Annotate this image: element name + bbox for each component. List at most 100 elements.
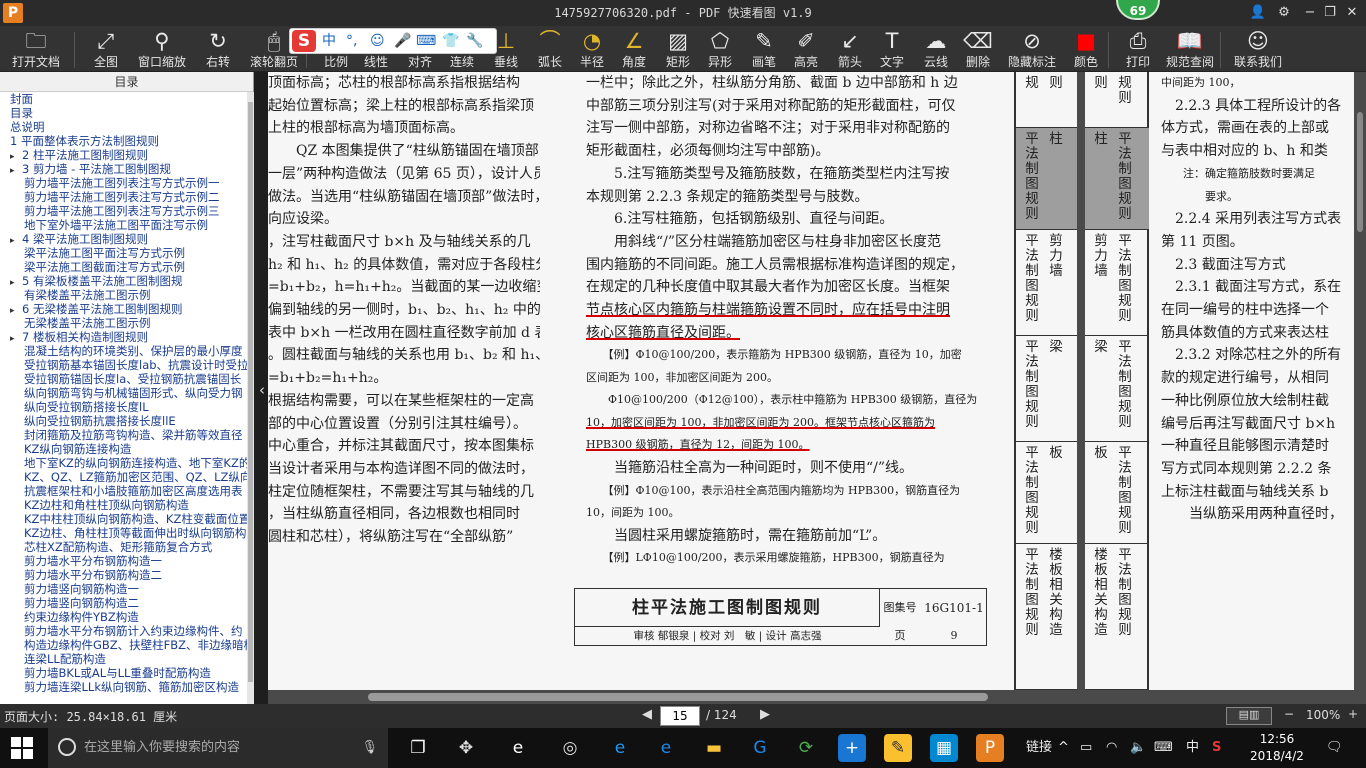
toc-item[interactable]: 封面 — [0, 92, 253, 106]
tool-radius-button[interactable]: ◔ 半径 — [574, 28, 610, 72]
notification-badge[interactable]: 69 — [1116, 0, 1160, 20]
chrome-like-icon[interactable]: ◎ — [556, 734, 584, 762]
ime-voice-icon[interactable]: 🎤 — [394, 32, 411, 50]
tray-chevron-icon[interactable]: ^ — [1058, 728, 1069, 768]
tool-cloud-button[interactable]: ☁ 云线 — [918, 28, 954, 72]
tool-contact-button[interactable]: ☺ 联系我们 — [1230, 28, 1286, 72]
ime-toolbar[interactable]: S 中 °, ☺ 🎤 ⌨ 👕 🔧 — [289, 28, 497, 54]
toc-item[interactable]: 纵向受拉钢筋抗震搭接长度llE — [0, 414, 253, 428]
file-explorer-icon[interactable]: ▬ — [700, 734, 728, 762]
ime-skin-icon[interactable]: 👕 — [442, 32, 459, 50]
toc-item[interactable]: 封闭箍筋及拉筋弯钩构造、梁并筋等效直径 — [0, 428, 253, 442]
toc-item[interactable]: 连梁LL配筋构造 — [0, 652, 253, 666]
tool-arc-button[interactable]: ⌒ 弧长 — [532, 28, 568, 72]
tool-rotate-right-button[interactable]: ↻ 右转 — [198, 28, 238, 72]
tray-ime-label[interactable]: 中 — [1186, 728, 1199, 768]
close-button[interactable]: ✕ — [1342, 3, 1362, 23]
toc-item[interactable]: 有梁楼盖平法施工图示例 — [0, 288, 253, 302]
toc-item[interactable]: 剪力墙水平分布钢筋构造一 — [0, 554, 253, 568]
toc-item[interactable]: ▸ 7 楼板相关构造制图规则 — [0, 330, 253, 344]
expand-arrow-icon[interactable]: ▸ — [10, 164, 22, 176]
plus-app-icon[interactable]: + — [838, 734, 866, 762]
tool-text-button[interactable]: T 文字 — [874, 28, 910, 72]
expand-arrow-icon[interactable]: ▸ — [10, 332, 22, 344]
ime-emoji-icon[interactable]: ☺ — [370, 32, 385, 50]
tool-eraser-button[interactable]: ⌫ 删除 — [960, 28, 996, 72]
toc-item[interactable]: 混凝土结构的环境类别、保护层的最小厚度 — [0, 344, 253, 358]
sogou-tray-icon[interactable]: S — [1212, 728, 1221, 768]
tool-highlight-button[interactable]: ✐ 高亮 — [788, 28, 824, 72]
taskbar-search-box[interactable]: 在这里输入你要搜索的内容 🎙 — [48, 728, 388, 768]
toc-item[interactable]: 受拉钢筋锚固长度la、受拉钢筋抗震锚固长 — [0, 372, 253, 386]
calc-app-icon[interactable]: ▦ — [930, 734, 958, 762]
pinwheel-app-icon[interactable]: ✥ — [452, 734, 480, 762]
open-document-button[interactable]: 🗀 打开文档 — [8, 28, 64, 72]
notifications-icon[interactable]: 🗨 — [1326, 728, 1343, 768]
toc-item[interactable]: 1 平面整体表示方法制图规则 — [0, 134, 253, 148]
toc-item[interactable]: 剪力墙竖向钢筋构造二 — [0, 596, 253, 610]
browser-360-icon[interactable]: ⟳ — [792, 734, 820, 762]
ime-punct-icon[interactable]: °, — [346, 32, 357, 50]
edge-browser-icon[interactable]: e — [606, 734, 634, 762]
toc-item[interactable]: 无梁楼盖平法施工图示例 — [0, 316, 253, 330]
toc-item[interactable]: KZ、QZ、LZ箍筋加密区范围、QZ、LZ纵向钢 — [0, 470, 253, 484]
toc-item[interactable]: 芯柱XZ配筋构造、矩形箍筋复合方式 — [0, 540, 253, 554]
tool-book-button[interactable]: 📖 规范查阅 — [1162, 28, 1218, 72]
tray-link-label[interactable]: 链接 — [1026, 728, 1052, 768]
toc-item[interactable]: 总说明 — [0, 120, 253, 134]
toc-item[interactable]: KZ边柱、角柱柱顶等截面伸出时纵向钢筋构 — [0, 526, 253, 540]
expand-arrow-icon[interactable]: ▸ — [10, 150, 22, 162]
toc-item[interactable]: KZ中柱柱顶纵向钢筋构造、KZ柱变截面位置 — [0, 512, 253, 526]
task-view-icon[interactable]: ❐ — [404, 734, 432, 762]
toc-item[interactable]: ▸ 5 有梁板楼盖平法施工图制图规 — [0, 274, 253, 288]
toc-item[interactable]: 剪力墙平法施工图列表注写方式示例二 — [0, 190, 253, 204]
tool-angle-button[interactable]: ∠ 角度 — [616, 28, 652, 72]
prev-page-icon[interactable]: ◀ — [642, 707, 652, 722]
toc-item[interactable]: ▸ 6 无梁楼盖平法施工图制图规则 — [0, 302, 253, 316]
ie-browser-icon[interactable]: e — [504, 734, 532, 762]
toc-item[interactable]: 剪力墙水平分布钢筋计入约束边缘构件、约 — [0, 624, 253, 638]
volume-icon[interactable]: 🔈 — [1130, 728, 1146, 768]
tool-arrow-button[interactable]: ↙ 箭头 — [832, 28, 868, 72]
toc-item[interactable]: 剪力墙平法施工图列表注写方式示例三 — [0, 204, 253, 218]
toc-scroll-thumb[interactable] — [248, 102, 253, 682]
toc-item[interactable]: ▸ 4 梁平法施工图制图规则 — [0, 232, 253, 246]
toc-item[interactable]: 地下室KZ的纵向钢筋连接构造、地下室KZ的 — [0, 456, 253, 470]
toc-scrollbar[interactable] — [247, 92, 254, 704]
tool-hide-button[interactable]: ⊘ 隐藏标注 — [1004, 28, 1060, 72]
zoom-out-icon[interactable]: − — [1284, 707, 1294, 721]
tool-print-button[interactable]: ⎙ 打印 — [1120, 28, 1156, 72]
toc-item[interactable]: 目录 — [0, 106, 253, 120]
expand-arrow-icon[interactable]: ▸ — [10, 276, 22, 288]
toc-item[interactable]: 纵向钢筋弯钩与机械锚固形式、纵向受力钢 — [0, 386, 253, 400]
collapse-panel-button[interactable]: ‹ — [255, 375, 269, 405]
tool-fullview-button[interactable]: ⤢ 全图 — [86, 28, 126, 72]
toc-item[interactable]: 剪力墙平法施工图列表注写方式示例一 — [0, 176, 253, 190]
wifi-icon[interactable]: ◠ — [1106, 728, 1117, 768]
toc-item[interactable]: 地下室外墙平法施工图平面注写示例 — [0, 218, 253, 232]
ime-tools-icon[interactable]: 🔧 — [466, 32, 483, 50]
toc-item[interactable]: 构造边缘构件GBZ、扶壁柱FBZ、非边缘暗柱 — [0, 638, 253, 652]
horizontal-scrollbar[interactable] — [268, 690, 1354, 704]
toc-item[interactable]: 剪力墙BKL或AL与LL重叠时配筋构造 — [0, 666, 253, 680]
tool-color-button[interactable]: ■ 颜色 — [1068, 28, 1104, 72]
keyboard-icon[interactable]: ⌨ — [1154, 728, 1173, 768]
notes-app-icon[interactable]: ✎ — [884, 734, 912, 762]
user-icon[interactable]: 👤 — [1248, 3, 1268, 23]
page-input[interactable]: 15 — [660, 706, 700, 726]
toc-item[interactable]: KZ边柱和角柱柱顶纵向钢筋构造 — [0, 498, 253, 512]
toc-item[interactable]: 抗震框架柱和小墙肢箍筋加密区高度选用表 — [0, 484, 253, 498]
expand-arrow-icon[interactable]: ▸ — [10, 304, 22, 316]
ime-keyboard-icon[interactable]: ⌨ — [416, 32, 436, 50]
horizontal-scroll-thumb[interactable] — [368, 693, 988, 701]
toc-item[interactable]: 剪力墙连梁LLk纵向钢筋、箍筋加密区构造 — [0, 680, 253, 694]
toc-item[interactable]: ▸ 2 柱平法施工图制图规则 — [0, 148, 253, 162]
zoom-in-icon[interactable]: + — [1348, 707, 1358, 721]
view-mode-icon[interactable]: ▤▥ — [1226, 707, 1272, 725]
tool-zoom-button[interactable]: ⚲ 窗口缩放 — [132, 28, 192, 72]
minimize-button[interactable]: − — [1300, 3, 1320, 23]
battery-icon[interactable]: ▭ — [1080, 728, 1092, 768]
toc-item[interactable]: 纵向受拉钢筋搭接长度lL — [0, 400, 253, 414]
windows-start-icon[interactable] — [10, 736, 34, 760]
vertical-scrollbar[interactable] — [1354, 72, 1366, 690]
